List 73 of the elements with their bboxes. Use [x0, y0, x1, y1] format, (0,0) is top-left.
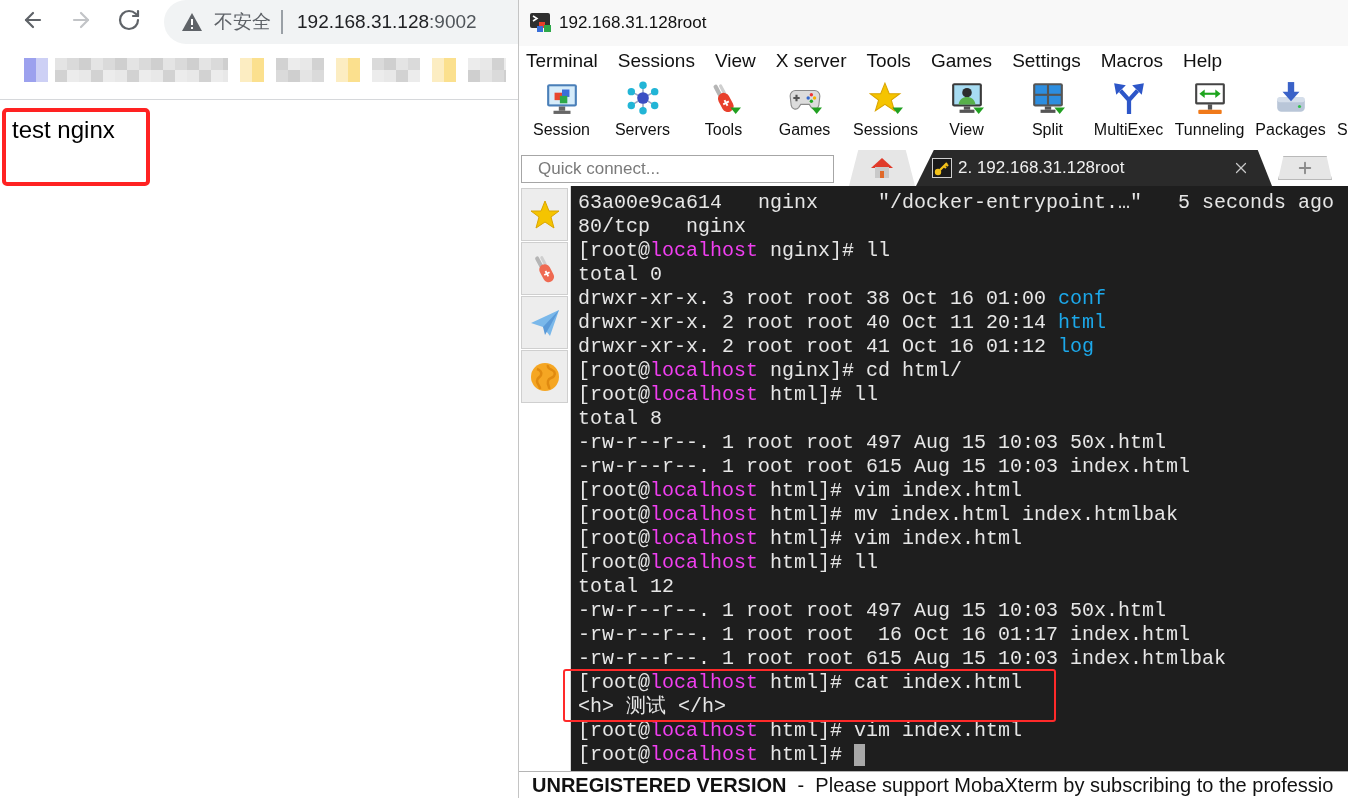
star-icon [529, 199, 560, 230]
terminal-line: drwxr-xr-x. 2 root root 40 Oct 11 20:14 html [578, 311, 1107, 335]
page-text: test nginx [12, 116, 115, 143]
terminal-line: [root@localhost html]# vim index.html [578, 719, 1023, 743]
address-bar[interactable]: 不安全 192.168.31.128:9002 [164, 0, 518, 44]
terminal-line: total 0 [578, 263, 662, 287]
menu-item[interactable]: View [714, 49, 756, 73]
terminal-line: [root@localhost nginx]# cd html/ [578, 359, 963, 383]
terminal-line: 63a00e9ca614 nginx "/docker-entrypoint.…" 5 seconds ago [578, 191, 1335, 215]
terminal-line: [root@localhost html]# [578, 743, 844, 767]
split-screen-icon [1030, 81, 1065, 115]
session-tab[interactable]: 2. 192.168.31.128root [916, 150, 1272, 186]
toolbar-button[interactable]: Games [764, 76, 845, 148]
terminal-line: 80/tcp nginx [578, 215, 747, 239]
terminal-line: [root@localhost html]# mv index.html index.htmlbak [578, 503, 1179, 527]
sidebar-button[interactable] [521, 296, 568, 349]
monitor-arrows-icon [1192, 81, 1227, 115]
toolbar-button[interactable]: Split [1007, 76, 1088, 148]
new-tab-button[interactable] [1278, 156, 1332, 180]
toolbar-button[interactable]: Session [521, 76, 602, 148]
sidebar-button[interactable] [521, 350, 568, 403]
toolbar-button[interactable]: Packages [1250, 76, 1331, 148]
menu-item[interactable]: Terminal [526, 49, 598, 73]
terminal-line: [root@localhost html]# cat index.html [578, 671, 1023, 695]
menu-item[interactable]: Sessions [617, 49, 695, 73]
toolbar-button[interactable]: Sessions [845, 76, 926, 148]
menu-item[interactable]: X server [775, 49, 847, 73]
terminal-line: -rw-r--r--. 1 root root 615 Aug 15 10:03 index.htmlbak [578, 647, 1227, 671]
menu-item[interactable]: Games [930, 49, 993, 73]
terminal-line: total 8 [578, 407, 662, 431]
toolbar-button[interactable]: Servers [602, 76, 683, 148]
window-title: 192.168.31.128root [559, 12, 707, 35]
monitor-icon [544, 81, 579, 115]
home-icon [870, 157, 894, 179]
app-logo-icon [530, 13, 552, 33]
terminal-line: [root@localhost nginx]# ll [578, 239, 891, 263]
tab-label: 2. 192.168.31.128root [958, 157, 1125, 180]
plus-icon [1296, 159, 1314, 177]
menu-item[interactable]: Macros [1100, 49, 1164, 73]
fork-arrows-icon [1111, 81, 1146, 115]
sidebar-button[interactable] [521, 188, 568, 241]
security-label: 不安全 [214, 9, 271, 34]
terminal-line: -rw-r--r--. 1 root root 497 Aug 15 10:03 50x.html [578, 431, 1167, 455]
warning-icon [182, 13, 202, 31]
url-text: 192.168.31.128:9002 [297, 9, 477, 34]
terminal-line: -rw-r--r--. 1 root root 497 Aug 15 10:03 50x.html [578, 599, 1167, 623]
quick-connect-field[interactable]: Quick connect... [521, 155, 834, 183]
paper-plane-icon [529, 307, 560, 338]
terminal-line: [root@localhost html]# vim index.html [578, 479, 1023, 503]
toolbar-button[interactable]: S [1337, 120, 1348, 140]
terminal-line: total 12 [578, 575, 674, 599]
terminal-line: [root@localhost html]# ll [578, 383, 879, 407]
monitor-person-icon [949, 81, 984, 115]
toolbar-button[interactable]: Tools [683, 76, 764, 148]
terminal-line: [root@localhost html]# vim index.html [578, 527, 1023, 551]
terminal-line: -rw-r--r--. 1 root root 16 Oct 16 01:17 index.html [578, 623, 1191, 647]
terminal-line: drwxr-xr-x. 2 root root 41 Oct 16 01:12 log [578, 335, 1095, 359]
terminal-line: -rw-r--r--. 1 root root 615 Aug 15 10:03 index.html [578, 455, 1191, 479]
network-icon [625, 81, 660, 115]
sidebar-button[interactable] [521, 242, 568, 295]
terminal-line: drwxr-xr-x. 3 root root 38 Oct 16 01:00 conf [578, 287, 1107, 311]
terminal-line: [root@localhost html]# ll [578, 551, 879, 575]
menu-item[interactable]: Tools [866, 49, 911, 73]
key-icon [932, 158, 952, 178]
menu-item[interactable]: Help [1183, 49, 1223, 73]
menu-item[interactable]: Settings [1012, 49, 1081, 73]
toolbar-button[interactable]: Tunneling [1169, 76, 1250, 148]
toolbar-button[interactable]: View [926, 76, 1007, 148]
star-icon [868, 81, 903, 115]
toolbar-button[interactable]: MultiExec [1088, 76, 1169, 148]
status-message: UNREGISTERED VERSION - Please support MobaXterm by subscribing to the professio [532, 773, 1334, 797]
terminal-line: <h> 测试 </h> [578, 695, 727, 719]
globe-icon [529, 361, 560, 392]
